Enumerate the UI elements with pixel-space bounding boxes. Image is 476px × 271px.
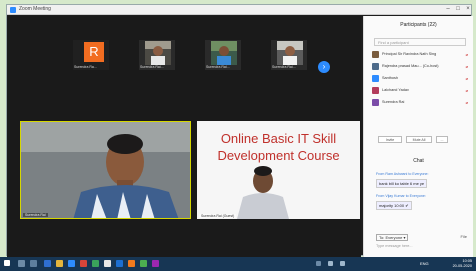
participant-row[interactable]: Lalchand Yadav ⌀ xyxy=(372,86,470,95)
system-clock[interactable]: 10:05 20-05-2020 xyxy=(453,259,472,269)
close-icon[interactable]: × xyxy=(463,6,473,12)
volume-icon[interactable] xyxy=(340,261,345,266)
participant-row-name: Santhosh xyxy=(382,76,399,80)
start-icon[interactable] xyxy=(4,260,10,266)
mic-muted-icon[interactable]: ⌀ xyxy=(466,64,468,69)
next-page-button[interactable]: › xyxy=(318,61,330,73)
zoom-taskbar-icon[interactable] xyxy=(68,260,75,267)
app-icon[interactable] xyxy=(140,260,147,267)
app-icon[interactable] xyxy=(152,260,159,267)
chat-message-meta: From Vijay Kumar to Everyone: xyxy=(376,194,426,198)
taskbar: ENG 10:05 20-05-2020 xyxy=(0,257,476,271)
avatar xyxy=(372,51,379,58)
participant-row[interactable]: Principal Sir Ravindra Nath Sing ⌀ xyxy=(372,50,470,59)
edge-icon[interactable] xyxy=(44,260,51,267)
desktop-background: Zoom Meeting – □ × R Surendra Ra... Sure… xyxy=(0,0,476,271)
chat-message-meta: From Ram Ashwani to Everyone: xyxy=(376,172,429,176)
invite-button[interactable]: Invite xyxy=(378,136,402,143)
participant-name: Surendra Rai... xyxy=(140,65,164,69)
avatar-initial: R xyxy=(84,42,104,62)
participant-tile[interactable]: R Surendra Ra... xyxy=(73,40,109,70)
maximize-icon[interactable]: □ xyxy=(453,6,463,12)
network-icon[interactable] xyxy=(328,261,333,266)
shared-screen: Online Basic IT Skill Development Course… xyxy=(197,121,360,219)
side-panel: Participants (22) Find a participant Pri… xyxy=(363,16,473,257)
participant-row-name: Rajendra prasad Mau... (Co-host) xyxy=(382,64,439,68)
avatar xyxy=(372,99,379,106)
participant-tile[interactable]: Surendra Rai... xyxy=(271,40,307,70)
mute-all-button[interactable]: Mute All xyxy=(406,136,432,143)
chat-title: Chat xyxy=(413,158,424,164)
participants-title: Participants (22) xyxy=(400,22,437,28)
mic-muted-icon[interactable]: ⌀ xyxy=(466,88,468,93)
minimize-icon[interactable]: – xyxy=(443,6,453,12)
participant-video xyxy=(145,41,171,65)
app-icon[interactable] xyxy=(116,260,123,267)
participant-row-name: Lalchand Yadav xyxy=(382,88,409,92)
slide-title: Online Basic IT Skill Development Course xyxy=(197,130,360,164)
speaker-video-feed xyxy=(21,122,190,218)
zoom-window: Zoom Meeting – □ × R Surendra Ra... Sure… xyxy=(6,4,473,257)
avatar xyxy=(372,87,379,94)
speaker-name: Surendra Rai xyxy=(23,213,48,217)
slide-title-line: Online Basic IT Skill xyxy=(220,131,337,146)
participant-row[interactable]: Surendra Rai ⌀ xyxy=(372,98,470,107)
avatar xyxy=(372,75,379,82)
participant-video xyxy=(277,41,303,65)
participant-name: Surendra Rai... xyxy=(272,65,296,69)
mic-muted-icon[interactable]: ⌀ xyxy=(466,52,468,57)
participant-row[interactable]: Rajendra prasad Mau... (Co-host) ⌀ xyxy=(372,62,470,71)
participant-video xyxy=(211,41,237,65)
presenter-name: Surendra Rai (Guest) xyxy=(199,214,237,218)
participant-row[interactable]: Santhosh ⌀ xyxy=(372,74,470,83)
participant-row-name: Principal Sir Ravindra Nath Sing xyxy=(382,52,437,56)
title-bar: Zoom Meeting – □ × xyxy=(7,5,471,15)
task-view-icon[interactable] xyxy=(30,260,37,267)
participant-tile[interactable]: Surendra Rai... xyxy=(205,40,241,70)
mic-muted-icon[interactable]: ⌀ xyxy=(466,76,468,81)
app-icon[interactable] xyxy=(104,260,111,267)
app-icon[interactable] xyxy=(128,260,135,267)
language-indicator[interactable]: ENG xyxy=(420,261,429,266)
chat-message-input[interactable]: Type message here... xyxy=(376,244,413,248)
slide-title-line: Development Course xyxy=(217,148,340,163)
clock-date: 20-05-2020 xyxy=(452,264,472,268)
search-icon[interactable] xyxy=(18,260,25,267)
tray-up-icon[interactable] xyxy=(316,261,321,266)
window-title: Zoom Meeting xyxy=(19,6,51,12)
participant-tile[interactable]: Surendra Rai... xyxy=(139,40,175,70)
participant-search-input[interactable]: Find a participant xyxy=(374,38,466,46)
file-button[interactable]: File xyxy=(461,234,467,239)
avatar xyxy=(372,63,379,70)
participant-name: Surendra Ra... xyxy=(74,65,97,69)
meeting-view: R Surendra Ra... Surendra Rai... Surendr… xyxy=(7,16,361,257)
app-icon[interactable] xyxy=(92,260,99,267)
more-options-button[interactable]: ... xyxy=(436,136,448,143)
chat-message: bank bill ko table 6 me ye xyxy=(376,179,428,188)
participant-row-name: Surendra Rai xyxy=(382,100,405,104)
participant-name: Surendra Rai... xyxy=(206,65,230,69)
chat-message: majority 10:00 ✔ xyxy=(376,201,412,210)
app-icon[interactable] xyxy=(80,260,87,267)
zoom-app-icon xyxy=(10,7,16,13)
chat-recipient-select[interactable]: To: Everyone ▾ xyxy=(376,234,409,241)
folder-icon[interactable] xyxy=(56,260,63,267)
mic-muted-icon[interactable]: ⌀ xyxy=(466,100,468,105)
speaker-video[interactable]: Surendra Rai xyxy=(20,121,191,219)
